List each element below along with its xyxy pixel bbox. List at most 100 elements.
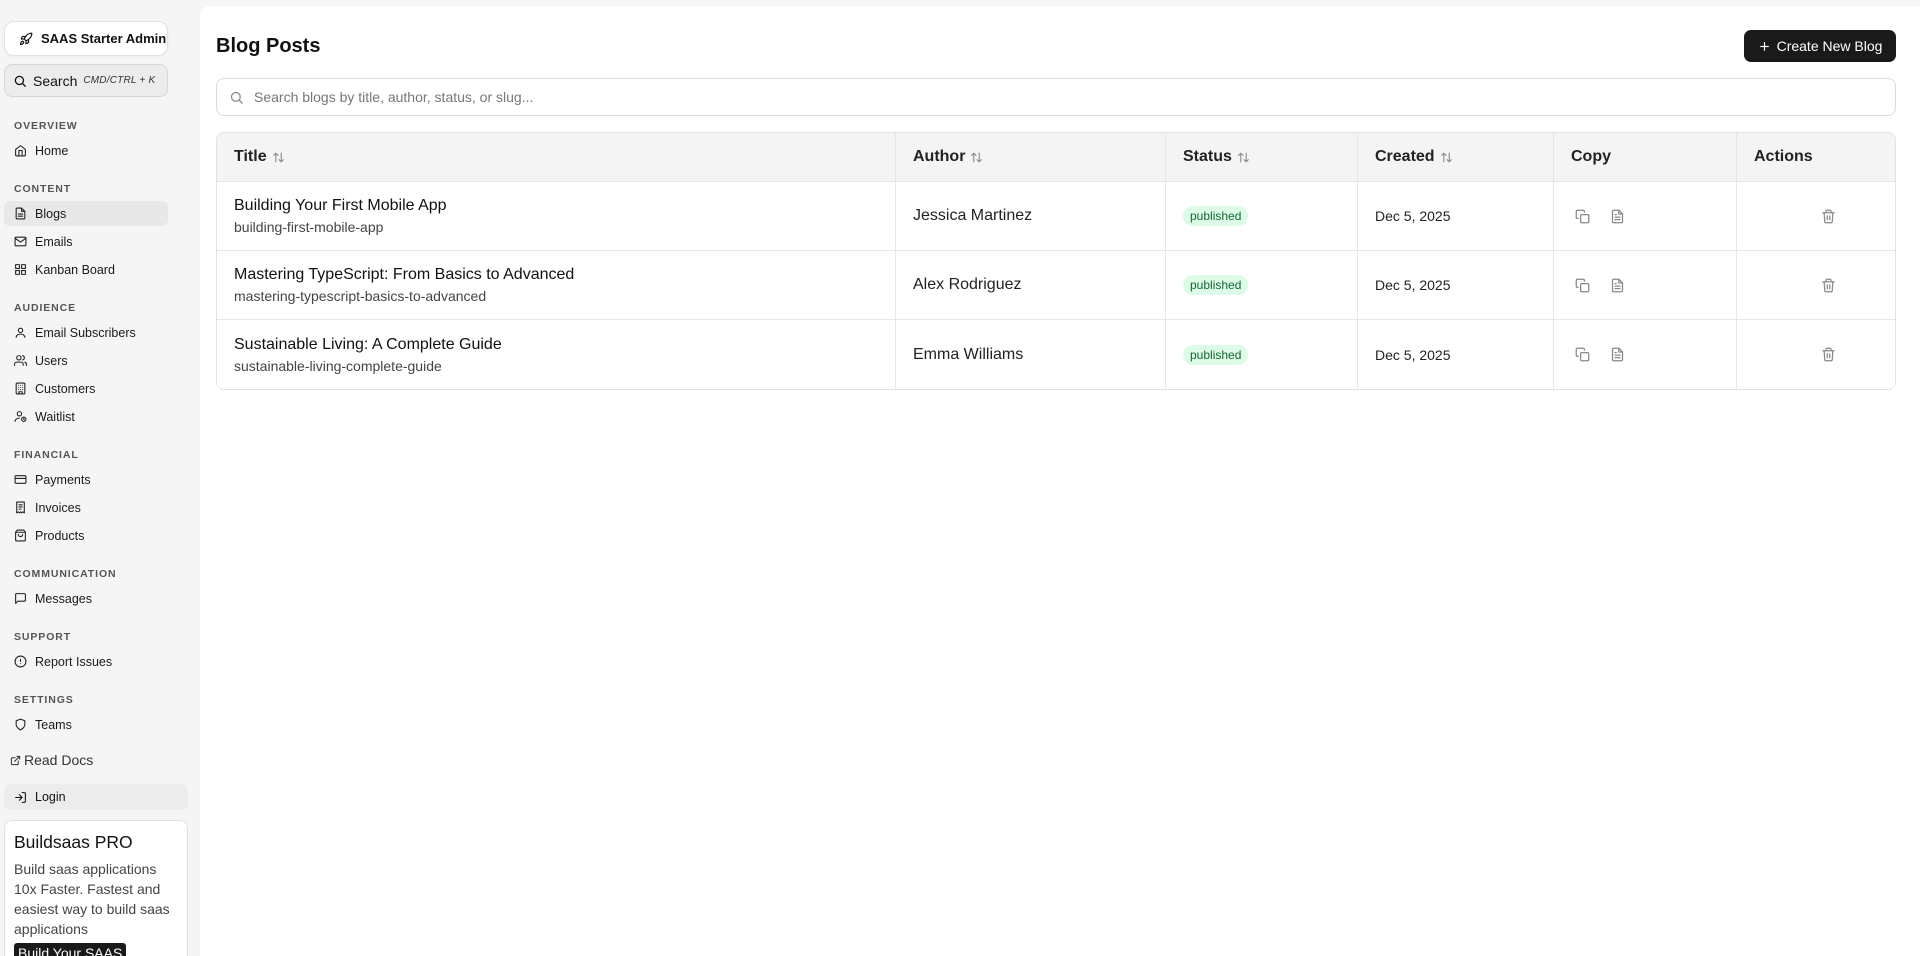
copy-icon[interactable] — [1575, 278, 1590, 293]
column-header-label: Created — [1375, 148, 1435, 165]
cell-status: published — [1166, 182, 1358, 250]
promo-title: Buildsaas PRO — [14, 832, 133, 852]
trash-icon[interactable] — [1821, 278, 1836, 293]
create-blog-label: Create New Blog — [1776, 38, 1883, 54]
sidebar-item-payments[interactable]: Payments — [4, 467, 168, 492]
blog-search-box — [216, 78, 1896, 116]
sidebar-item-label: Messages — [35, 591, 92, 606]
file-text-icon[interactable] — [1610, 209, 1625, 224]
post-slug: mastering-typescript-basics-to-advanced — [234, 288, 487, 304]
brand-button[interactable]: SAAS Starter Admin — [4, 21, 168, 56]
search-shortcut: CMD/CTRL + K — [83, 75, 156, 86]
cell-copy — [1554, 182, 1737, 250]
post-title[interactable]: Building Your First Mobile App — [234, 195, 895, 217]
column-header-created[interactable]: Created — [1358, 133, 1554, 181]
post-title[interactable]: Mastering TypeScript: From Basics to Adv… — [234, 264, 895, 286]
rocket-icon — [19, 32, 33, 45]
sidebar-item-messages[interactable]: Messages — [4, 586, 168, 611]
section-content: CONTENT — [14, 183, 72, 195]
sidebar-item-kanban[interactable]: Kanban Board — [4, 257, 168, 282]
users-icon — [14, 355, 27, 366]
sort-icon — [1440, 152, 1452, 162]
cell-status: published — [1166, 320, 1358, 389]
sidebar-item-home[interactable]: Home — [4, 138, 168, 163]
message-icon — [15, 593, 26, 604]
section-support: SUPPORT — [14, 631, 72, 643]
building-icon — [15, 382, 26, 395]
trash-icon[interactable] — [1821, 347, 1836, 362]
sidebar-item-teams[interactable]: Teams — [4, 712, 168, 737]
sidebar-item-blogs[interactable]: Blogs — [4, 201, 168, 226]
post-slug: sustainable-living-complete-guide — [234, 357, 442, 374]
sidebar: SAAS Starter Admin Search CMD/CTRL + K O… — [0, 0, 200, 956]
user-icon — [15, 327, 26, 338]
sidebar-item-label: Kanban Board — [35, 262, 115, 277]
sidebar-item-invoices[interactable]: Invoices — [4, 495, 168, 520]
cell-title: Mastering TypeScript: From Basics to Adv… — [217, 251, 896, 319]
search-icon — [14, 75, 26, 87]
sidebar-item-label: Blogs — [35, 206, 67, 221]
sidebar-item-label: Invoices — [35, 500, 81, 515]
sidebar-item-label: Customers — [35, 381, 96, 396]
column-header-status[interactable]: Status — [1166, 133, 1358, 181]
document-icon — [15, 207, 26, 220]
read-docs-link[interactable]: Read Docs — [10, 752, 93, 768]
blog-table: Title Author Status Created Copy Actions — [216, 132, 1896, 390]
sidebar-item-users[interactable]: Users — [4, 348, 168, 373]
cell-author: Jessica Martinez — [896, 182, 1166, 250]
post-created-date: Dec 5, 2025 — [1375, 346, 1451, 363]
column-header-author[interactable]: Author — [896, 133, 1166, 181]
section-overview: OVERVIEW — [14, 120, 78, 132]
column-header-label: Status — [1183, 148, 1232, 165]
cell-created: Dec 5, 2025 — [1358, 251, 1554, 319]
column-header-copy: Copy — [1554, 133, 1737, 181]
page-title: Blog Posts — [216, 35, 321, 57]
sidebar-item-emails[interactable]: Emails — [4, 229, 168, 254]
alert-circle-icon — [14, 655, 27, 668]
sidebar-item-subscribers[interactable]: Email Subscribers — [4, 320, 168, 345]
column-header-label: Title — [234, 148, 267, 165]
column-header-label: Author — [913, 148, 966, 165]
post-title[interactable]: Sustainable Living: A Complete Guide — [234, 334, 895, 356]
copy-icon[interactable] — [1575, 209, 1590, 224]
sidebar-item-products[interactable]: Products — [4, 523, 168, 548]
cell-actions — [1737, 320, 1895, 389]
cell-status: published — [1166, 251, 1358, 319]
trash-icon[interactable] — [1821, 209, 1836, 224]
sidebar-item-customers[interactable]: Customers — [4, 376, 168, 401]
copy-icon[interactable] — [1575, 347, 1590, 362]
blog-search-input[interactable] — [254, 89, 1854, 105]
search-label: Search — [33, 72, 78, 89]
sort-icon — [971, 152, 983, 162]
column-header-label: Actions — [1754, 148, 1813, 165]
login-icon — [15, 791, 26, 803]
cell-author: Emma Williams — [896, 320, 1166, 389]
table-header-row: Title Author Status Created Copy Actions — [217, 133, 1895, 182]
column-header-title[interactable]: Title — [217, 133, 896, 181]
sidebar-item-report-issues[interactable]: Report Issues — [4, 649, 168, 674]
cell-title: Building Your First Mobile App building-… — [217, 182, 896, 250]
file-text-icon[interactable] — [1610, 278, 1625, 293]
sort-icon — [1237, 152, 1249, 162]
file-text-icon[interactable] — [1610, 347, 1625, 362]
post-created-date: Dec 5, 2025 — [1375, 277, 1451, 293]
column-header-label: Copy — [1571, 148, 1611, 165]
post-slug: building-first-mobile-app — [234, 219, 384, 235]
sidebar-item-label: Email Subscribers — [35, 325, 136, 340]
create-blog-button[interactable]: Create New Blog — [1744, 30, 1896, 62]
cell-actions — [1737, 182, 1895, 250]
promo-text: Build saas applications 10x Faster. Fast… — [14, 861, 170, 937]
login-button[interactable]: Login — [4, 784, 188, 810]
build-saas-button[interactable]: Build Your SAAS — [14, 943, 127, 956]
post-author: Emma Williams — [913, 345, 1024, 363]
table-row: Mastering TypeScript: From Basics to Adv… — [217, 251, 1895, 320]
command-search-button[interactable]: Search CMD/CTRL + K — [4, 64, 168, 97]
brand-label: SAAS Starter Admin — [41, 31, 167, 46]
read-docs-label: Read Docs — [24, 752, 94, 768]
promo-card: Buildsaas PRO Build saas applications 10… — [4, 820, 188, 956]
sidebar-item-label: Payments — [35, 472, 91, 487]
sidebar-item-label: Home — [35, 143, 69, 158]
cell-copy — [1554, 251, 1737, 319]
section-audience: AUDIENCE — [14, 302, 77, 314]
sidebar-item-waitlist[interactable]: Waitlist — [4, 404, 168, 429]
